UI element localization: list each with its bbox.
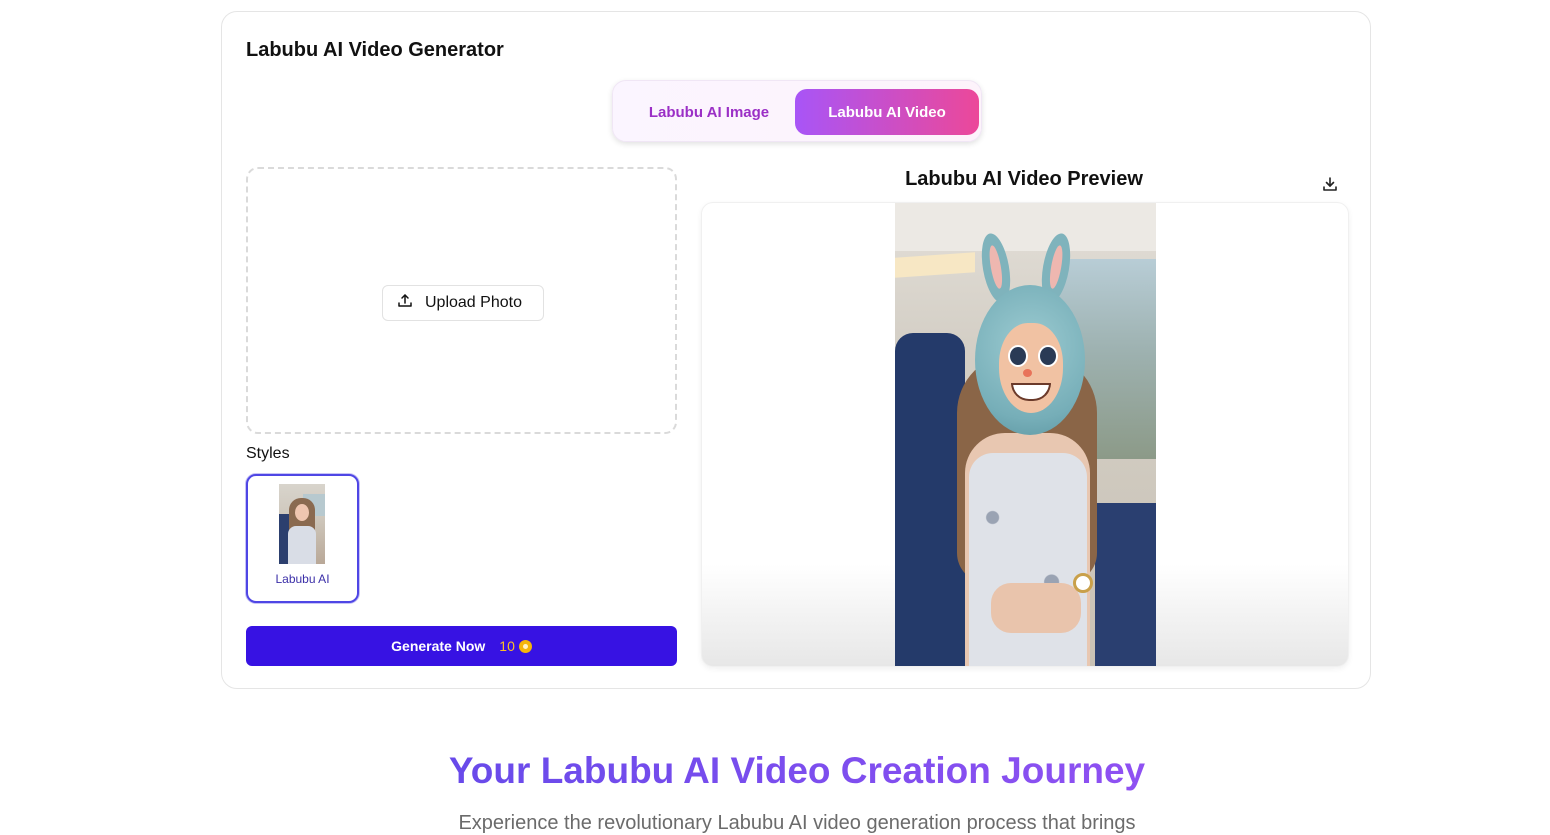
styles-label: Styles: [246, 445, 290, 462]
journey-subheading: Experience the revolutionary Labubu AI v…: [458, 812, 1136, 834]
style-option-labubu-ai[interactable]: Labubu AI: [246, 474, 359, 603]
style-thumbnail: [279, 484, 325, 564]
tab-labubu-ai-image[interactable]: Labubu AI Image: [619, 89, 799, 135]
credit-cost: 10: [499, 638, 532, 654]
upload-dropzone[interactable]: Upload Photo: [246, 167, 677, 434]
style-option-label: Labubu AI: [275, 572, 330, 586]
upload-photo-button[interactable]: Upload Photo: [382, 285, 544, 321]
generator-title: Labubu AI Video Generator: [246, 39, 504, 61]
upload-photo-label: Upload Photo: [425, 294, 522, 311]
mode-toggle: Labubu AI Image Labubu AI Video: [612, 80, 982, 142]
coin-icon: [518, 639, 532, 653]
upload-icon: [397, 293, 413, 314]
generator-card: Labubu AI Video Generator Labubu AI Imag…: [221, 11, 1371, 689]
download-icon[interactable]: [1321, 175, 1341, 195]
generate-label: Generate Now: [391, 638, 486, 654]
preview-title: Labubu AI Video Preview: [905, 168, 1143, 190]
journey-heading: Your Labubu AI Video Creation Journey: [0, 750, 1550, 792]
credit-cost-value: 10: [499, 638, 515, 654]
video-preview-panel: [701, 202, 1349, 667]
generate-now-button[interactable]: Generate Now 10: [246, 626, 677, 666]
tab-labubu-ai-video[interactable]: Labubu AI Video: [795, 89, 979, 135]
video-preview[interactable]: [895, 203, 1156, 666]
